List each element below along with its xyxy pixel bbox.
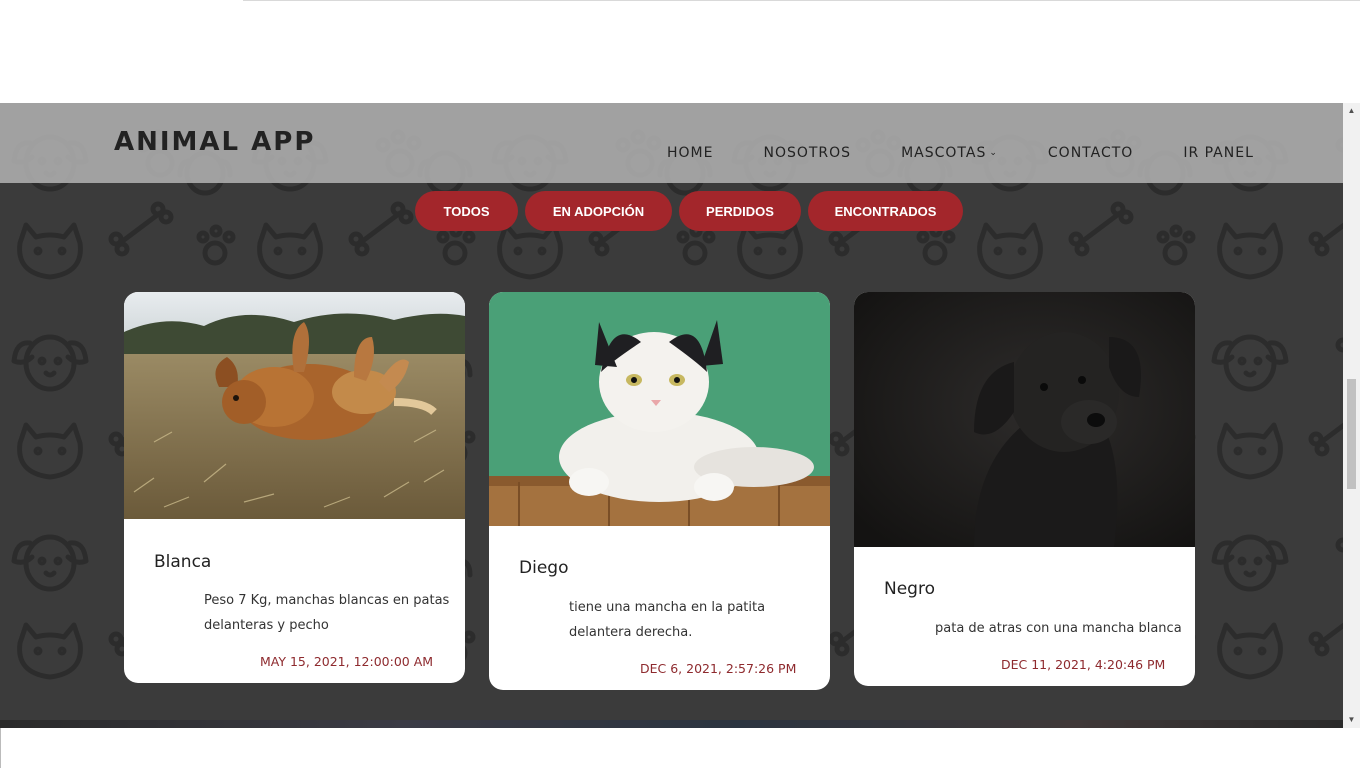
nav-home-label: HOME bbox=[667, 145, 714, 161]
filter-encontrados-button[interactable]: ENCONTRADOS bbox=[808, 191, 963, 231]
scrollbar-thumb[interactable] bbox=[1347, 379, 1356, 489]
nav-nosotros-label: NOSOTROS bbox=[763, 145, 852, 161]
scroll-down-arrow-icon[interactable]: ▼ bbox=[1343, 712, 1360, 726]
pet-date: DEC 6, 2021, 2:57:26 PM bbox=[640, 661, 797, 676]
pet-description-line: tiene una mancha en la patita bbox=[569, 600, 766, 615]
filter-en-adopcion-button[interactable]: EN ADOPCIÓN bbox=[525, 191, 672, 231]
bottom-left-border bbox=[0, 728, 1, 768]
pet-card-diego[interactable]: Diego tiene una mancha en la patita dela… bbox=[489, 292, 830, 690]
pet-description: Peso 7 Kg, manchas blancas en patas dela… bbox=[204, 588, 449, 638]
pet-description-line: delantera derecha. bbox=[569, 625, 693, 640]
pet-description-line: pata de atras con una mancha blanca bbox=[935, 621, 1182, 636]
pet-name: Negro bbox=[884, 579, 935, 599]
page-scrollbar[interactable]: ▲ ▼ bbox=[1343, 103, 1360, 728]
bottom-blank-area bbox=[0, 728, 1360, 768]
nav-nosotros[interactable]: NOSOTROS bbox=[763, 145, 851, 161]
pet-name: Blanca bbox=[154, 552, 212, 572]
top-divider bbox=[243, 0, 1360, 1]
filter-bar: TODOS EN ADOPCIÓN PERDIDOS ENCONTRADOS bbox=[415, 191, 963, 231]
pet-date: MAY 15, 2021, 12:00:00 AM bbox=[260, 654, 434, 669]
main-nav: HOME NOSOTROS MASCOTAS ⌄ CONTACTO IR PANE… bbox=[667, 145, 1254, 161]
filter-todos-button[interactable]: TODOS bbox=[415, 191, 518, 231]
pet-card-blanca[interactable]: Blanca Peso 7 Kg, manchas blancas en pat… bbox=[124, 292, 465, 683]
nav-mascotas[interactable]: MASCOTAS ⌄ bbox=[901, 145, 998, 161]
pet-description-line: delanteras y pecho bbox=[204, 618, 329, 633]
pet-card-negro[interactable]: Negro pata de atras con una mancha blanc… bbox=[854, 292, 1195, 686]
pet-description-line: Peso 7 Kg, manchas blancas en patas bbox=[204, 593, 450, 608]
pet-description: tiene una mancha en la patita delantera … bbox=[569, 595, 765, 645]
pet-photo-blanca bbox=[124, 292, 465, 519]
nav-contacto[interactable]: CONTACTO bbox=[1048, 145, 1133, 161]
brand-logo[interactable]: ANIMAL APP bbox=[114, 127, 315, 157]
top-blank-area bbox=[0, 0, 1360, 103]
chevron-down-icon: ⌄ bbox=[989, 148, 998, 158]
pet-description: pata de atras con una mancha blanca bbox=[935, 616, 1182, 641]
nav-ir-panel[interactable]: IR PANEL bbox=[1183, 145, 1254, 161]
scroll-up-arrow-icon[interactable]: ▲ bbox=[1343, 103, 1360, 117]
filter-perdidos-button[interactable]: PERDIDOS bbox=[679, 191, 801, 231]
nav-home[interactable]: HOME bbox=[667, 145, 713, 161]
nav-contacto-label: CONTACTO bbox=[1047, 145, 1134, 161]
next-section-edge bbox=[0, 720, 1343, 728]
main-viewport: ANIMAL APP HOME NOSOTROS MASCOTAS ⌄ CONTA… bbox=[0, 103, 1343, 720]
nav-ir-panel-label: IR PANEL bbox=[1183, 145, 1254, 161]
navbar: ANIMAL APP HOME NOSOTROS MASCOTAS ⌄ CONTA… bbox=[0, 103, 1343, 183]
pet-date: DEC 11, 2021, 4:20:46 PM bbox=[1001, 657, 1166, 672]
nav-mascotas-label: MASCOTAS bbox=[901, 145, 987, 161]
pet-photo-diego bbox=[489, 292, 830, 526]
pet-name: Diego bbox=[519, 558, 569, 578]
pet-photo-negro bbox=[854, 292, 1195, 547]
